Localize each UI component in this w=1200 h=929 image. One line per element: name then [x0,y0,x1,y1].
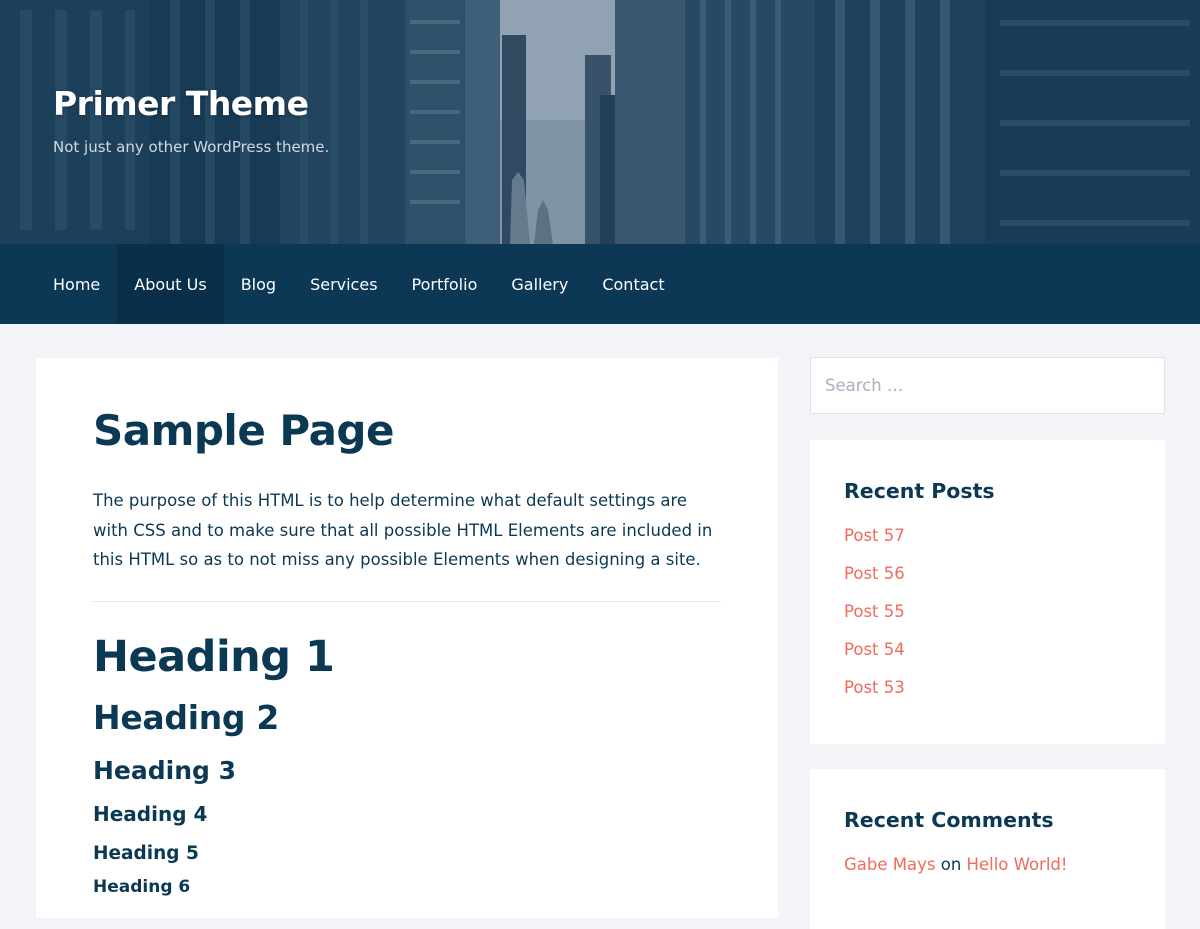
search-input[interactable] [825,376,1150,395]
site-header-hero: Primer Theme Not just any other WordPres… [0,0,1200,244]
page-title: Sample Page [93,406,394,455]
comment-connector: on [940,854,962,874]
comment-post-link[interactable]: Hello World! [967,855,1068,874]
intro-paragraph: The purpose of this HTML is to help dete… [93,491,713,569]
recent-posts-widget: Recent Posts Post 57 Post 56 Post 55 Pos… [810,440,1165,744]
nav-item-contact[interactable]: Contact [585,244,681,324]
site-tagline: Not just any other WordPress theme. [53,138,330,156]
list-item: Post 53 [844,678,1131,716]
nav-item-portfolio[interactable]: Portfolio [395,244,495,324]
heading-5: Heading 5 [93,842,199,864]
nav-item-gallery[interactable]: Gallery [494,244,585,324]
recent-post-link[interactable]: Post 57 [844,526,905,545]
recent-comments-widget: Recent Comments Gabe Mays on Hello World… [810,769,1165,929]
recent-post-link[interactable]: Post 54 [844,640,905,659]
site-title[interactable]: Primer Theme [53,84,309,123]
heading-4: Heading 4 [93,801,208,826]
list-item: Post 55 [844,602,1131,640]
heading-2: Heading 2 [93,697,280,737]
nav-item-services[interactable]: Services [293,244,394,324]
list-item: Post 57 [844,526,1131,564]
primary-navigation: Home About Us Blog Services Portfolio Ga… [0,244,1200,324]
nav-item-home[interactable]: Home [36,244,117,324]
recent-post-link[interactable]: Post 56 [844,564,905,583]
recent-post-link[interactable]: Post 53 [844,678,905,697]
recent-posts-list: Post 57 Post 56 Post 55 Post 54 Post 53 [844,526,1131,716]
horizontal-rule [93,600,721,602]
nav-item-blog[interactable]: Blog [224,244,293,324]
list-item: Post 56 [844,564,1131,602]
recent-comment-item: Gabe Mays on Hello World! [844,855,1131,874]
heading-6: Heading 6 [93,877,191,897]
heading-1: Heading 1 [93,631,335,682]
nav-item-about-us[interactable]: About Us [117,244,224,324]
list-item: Post 54 [844,640,1131,678]
main-content: Sample Page The purpose of this HTML is … [36,358,778,918]
recent-posts-title: Recent Posts [844,479,995,503]
recent-comments-title: Recent Comments [844,808,1054,832]
heading-3: Heading 3 [93,755,237,785]
comment-author-link[interactable]: Gabe Mays [844,855,935,874]
search-widget [810,357,1165,414]
recent-post-link[interactable]: Post 55 [844,602,905,621]
